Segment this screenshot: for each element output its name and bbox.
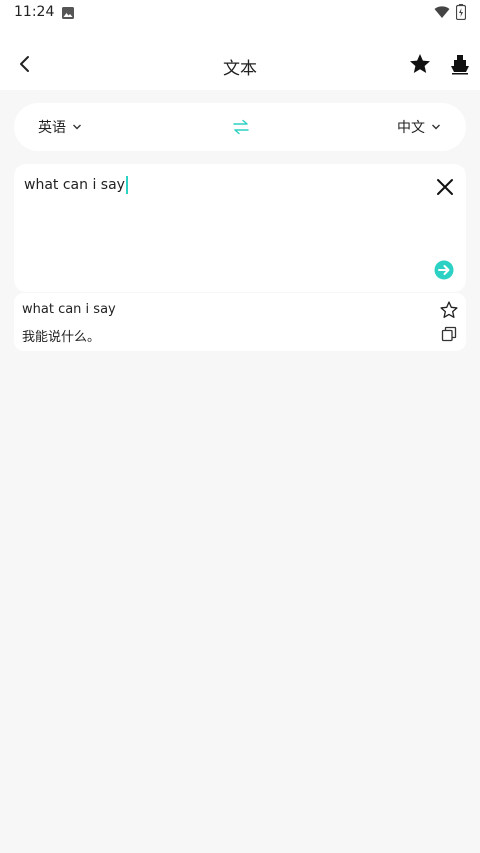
target-language-label: 中文 xyxy=(397,120,425,136)
result-card: what can i say 我能说什么。 xyxy=(14,293,466,351)
ship-icon[interactable] xyxy=(448,52,472,76)
wifi-icon xyxy=(434,6,450,18)
result-source-text: what can i say xyxy=(22,302,116,317)
chevron-down-icon xyxy=(432,124,440,130)
source-text-value: what can i say xyxy=(24,177,125,193)
star-outline-icon[interactable] xyxy=(439,300,459,320)
copy-icon[interactable] xyxy=(441,326,457,342)
battery-icon xyxy=(456,4,466,20)
source-language-select[interactable]: 英语 xyxy=(38,117,82,137)
arrow-right-circle-icon[interactable] xyxy=(434,260,454,280)
app-header: 文本 xyxy=(0,26,480,90)
language-bar: 英语 中文 xyxy=(14,103,466,151)
target-language-select[interactable]: 中文 xyxy=(397,117,441,137)
text-caret xyxy=(125,176,128,194)
photo-icon xyxy=(62,7,74,19)
status-bar: 11:24 xyxy=(0,0,480,26)
translate-screen: 11:24 文本 英语 中文 what can i say what can i… xyxy=(0,0,480,853)
input-card[interactable]: what can i say xyxy=(14,164,466,292)
favorites-star-icon[interactable] xyxy=(408,52,432,76)
close-icon[interactable] xyxy=(435,177,455,197)
source-language-label: 英语 xyxy=(38,120,66,136)
chevron-down-icon xyxy=(73,124,81,130)
swap-arrows-icon[interactable] xyxy=(231,117,251,137)
status-time: 11:24 xyxy=(14,4,55,20)
result-translated-text: 我能说什么。 xyxy=(22,330,101,345)
source-text-input[interactable]: what can i say xyxy=(24,176,128,194)
